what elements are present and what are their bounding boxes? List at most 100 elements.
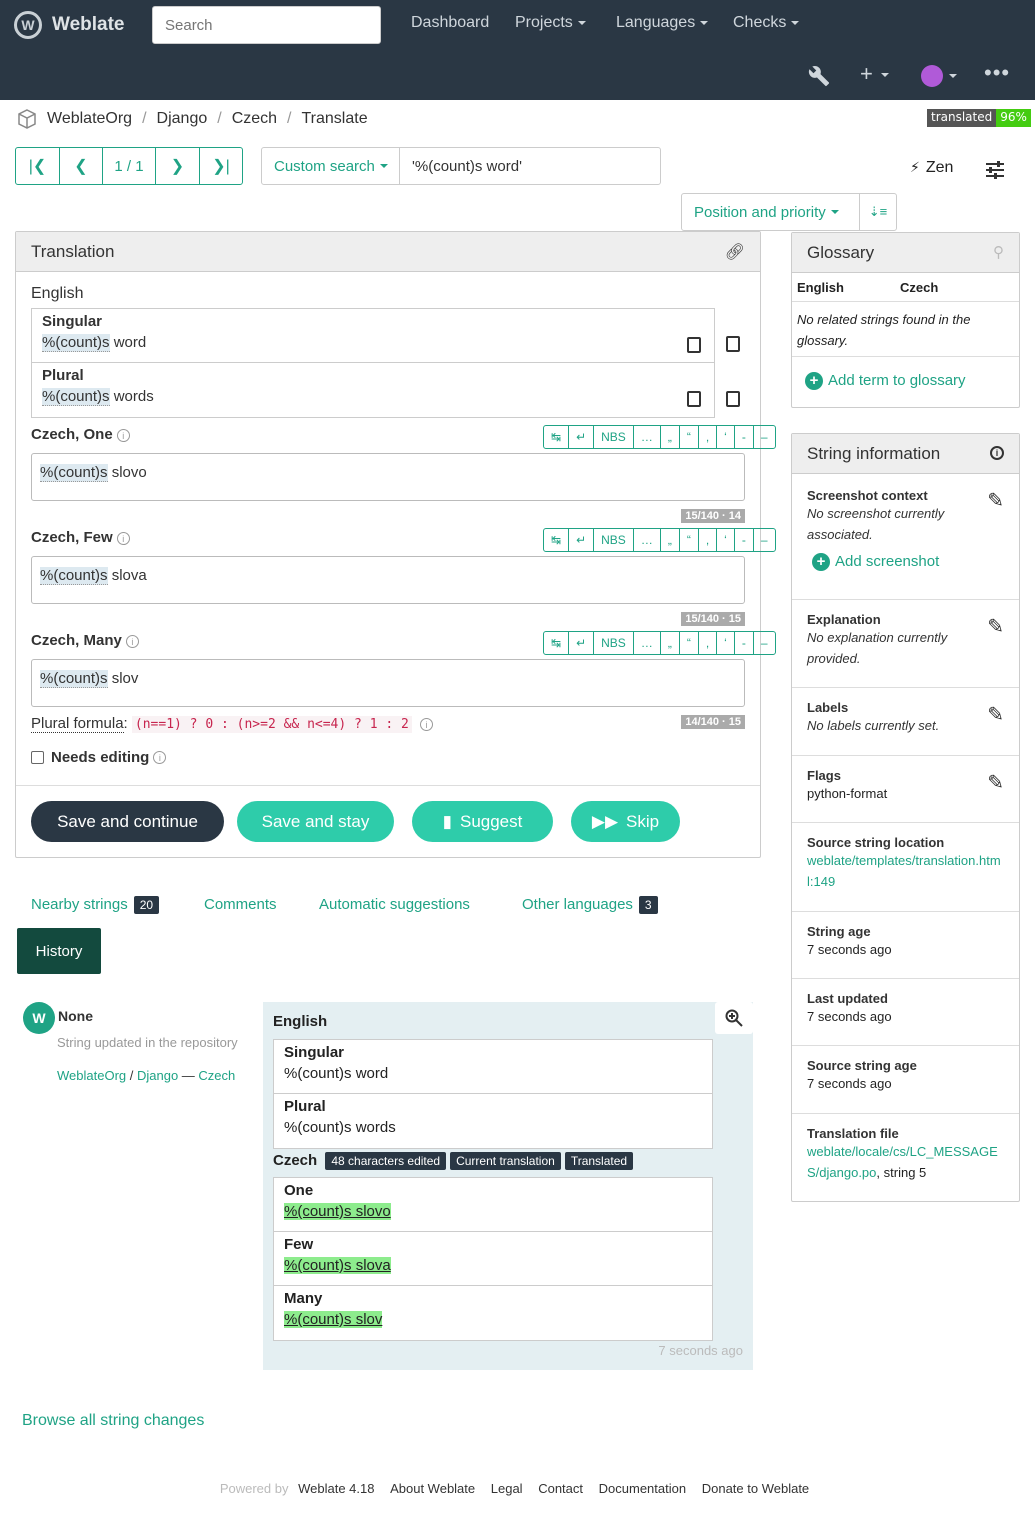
first-button[interactable]: |❮	[16, 148, 60, 184]
search-type-dropdown[interactable]: Custom search	[262, 148, 400, 184]
quote-low-button[interactable]: „	[661, 426, 680, 448]
footer-documentation[interactable]: Documentation	[599, 1481, 686, 1496]
glossary-search-icon[interactable]: ⚲	[993, 243, 1004, 261]
search-query-input[interactable]: '%(count)s word'	[400, 148, 522, 184]
translated-badge[interactable]: translated 96%	[927, 109, 1031, 127]
translation-title: Translation	[31, 241, 115, 261]
hyphen-button[interactable]: -	[735, 529, 754, 551]
settings-sliders-icon[interactable]	[985, 161, 1005, 179]
ellipsis-char-button[interactable]: …	[634, 426, 661, 448]
edit-icon[interactable]: ✎	[987, 488, 1004, 513]
quote-low-button[interactable]: „	[661, 632, 680, 654]
nbsp-char-button[interactable]: NBS	[594, 632, 634, 654]
quote-single-button[interactable]: ‘	[717, 529, 735, 551]
translation-textarea-few[interactable]: %(count)s slova	[31, 556, 745, 604]
clone-to-translation-icon[interactable]	[726, 336, 740, 352]
footer-legal[interactable]: Legal	[491, 1481, 523, 1496]
zoom-icon[interactable]	[715, 1002, 753, 1034]
tab-history[interactable]: History	[17, 928, 101, 974]
translation-panel-header: Translation 🔗︎	[16, 232, 760, 272]
nav-projects[interactable]: Projects	[515, 14, 586, 32]
footer-weblate-version[interactable]: Weblate 4.18	[298, 1481, 374, 1496]
sort-direction-button[interactable]: ⇣≡	[860, 194, 896, 230]
quote-high-button[interactable]: “	[680, 426, 699, 448]
wrench-icon[interactable]	[808, 65, 830, 87]
nav-languages[interactable]: Languages	[616, 14, 709, 32]
nbsp-char-button[interactable]: NBS	[594, 529, 634, 551]
footer-about[interactable]: About Weblate	[390, 1481, 475, 1496]
search-input[interactable]	[152, 6, 381, 44]
screenshot-section: Screenshot context No screenshot current…	[792, 474, 1019, 600]
hyphen-button[interactable]: -	[735, 426, 754, 448]
history-user[interactable]: None	[58, 1008, 93, 1024]
copy-icon[interactable]	[687, 337, 701, 353]
quote-high-button[interactable]: “	[680, 529, 699, 551]
copy-icon[interactable]	[687, 391, 701, 407]
more-icon[interactable]: •••	[984, 60, 1010, 86]
first-icon: |❮	[28, 158, 47, 175]
ellipsis-char-button[interactable]: …	[634, 529, 661, 551]
plus-icon: +	[805, 372, 823, 391]
newline-char-button[interactable]: ↵	[569, 529, 595, 551]
en-dash-button[interactable]: –	[754, 529, 775, 551]
footer-contact[interactable]: Contact	[538, 1481, 583, 1496]
suggest-button[interactable]: ▮ Suggest	[412, 801, 553, 842]
labels-section: Labels No labels currently set. ✎	[792, 688, 1019, 756]
edit-icon[interactable]: ✎	[987, 614, 1004, 639]
tab-char-button[interactable]: ↹	[544, 529, 570, 551]
quote-high-button[interactable]: “	[680, 632, 699, 654]
link-icon[interactable]: 🔗︎	[725, 242, 745, 262]
nav-dashboard[interactable]: Dashboard	[411, 14, 489, 32]
quote-single-button[interactable]: ‘	[717, 426, 735, 448]
needs-editing-checkbox[interactable]	[31, 751, 44, 764]
sort-dropdown[interactable]: Position and priority	[682, 194, 860, 230]
tab-other-languages[interactable]: Other languages 3	[522, 896, 658, 914]
save-continue-button[interactable]: Save and continue	[31, 801, 224, 842]
edit-icon[interactable]: ✎	[987, 702, 1004, 727]
tab-automatic-suggestions[interactable]: Automatic suggestions	[319, 896, 470, 913]
add-icon[interactable]: +	[860, 61, 889, 87]
source-location-link[interactable]: weblate/templates/translation.html:149	[807, 850, 1004, 892]
translation-textarea-many[interactable]: %(count)s slov	[31, 659, 745, 707]
en-dash-button[interactable]: –	[754, 426, 775, 448]
tab-char-button[interactable]: ↹	[544, 426, 570, 448]
add-screenshot-button[interactable]: + Add screenshot	[812, 553, 1004, 572]
previous-button[interactable]: ❮	[60, 148, 103, 184]
comma-button[interactable]: ,	[699, 426, 718, 448]
comma-button[interactable]: ,	[699, 529, 718, 551]
breadcrumb-language[interactable]: Czech	[232, 110, 277, 128]
quote-single-button[interactable]: ‘	[717, 632, 735, 654]
add-term-button[interactable]: + Add term to glossary	[805, 372, 966, 391]
nbsp-char-button[interactable]: NBS	[594, 426, 634, 448]
breadcrumb-project[interactable]: WeblateOrg	[47, 110, 132, 128]
nav-checks[interactable]: Checks	[733, 14, 800, 32]
quote-low-button[interactable]: „	[661, 529, 680, 551]
translation-textarea-one[interactable]: %(count)s slovo	[31, 453, 745, 501]
ellipsis-char-button[interactable]: …	[634, 632, 661, 654]
tab-char-button[interactable]: ↹	[544, 632, 570, 654]
en-dash-button[interactable]: –	[754, 632, 775, 654]
clone-to-translation-icon[interactable]	[726, 391, 740, 407]
plus-icon: +	[812, 553, 830, 572]
browse-changes-link[interactable]: Browse all string changes	[22, 1412, 204, 1430]
newline-char-button[interactable]: ↵	[569, 426, 595, 448]
next-button[interactable]: ❯	[156, 148, 200, 184]
avatar[interactable]	[921, 65, 943, 87]
skip-button[interactable]: ▶▶ Skip	[571, 801, 680, 842]
zen-button[interactable]: ⚡︎ Zen	[910, 159, 953, 177]
comma-button[interactable]: ,	[699, 632, 718, 654]
save-stay-button[interactable]: Save and stay	[237, 801, 394, 842]
chevron-right-icon: ❯	[170, 158, 185, 175]
breadcrumb-component[interactable]: Django	[157, 110, 208, 128]
history-source-lang: English	[273, 1013, 328, 1030]
tab-nearby-strings[interactable]: Nearby strings 20	[31, 896, 160, 914]
edit-icon[interactable]: ✎	[987, 770, 1004, 795]
info-icon[interactable]: i	[990, 446, 1004, 460]
comment-icon: ▮	[442, 811, 452, 831]
newline-char-button[interactable]: ↵	[569, 632, 595, 654]
hyphen-button[interactable]: -	[735, 632, 754, 654]
tab-comments[interactable]: Comments	[204, 896, 277, 913]
last-button[interactable]: ❯|	[200, 148, 242, 184]
footer-donate[interactable]: Donate to Weblate	[702, 1481, 809, 1496]
brand[interactable]: W Weblate	[14, 10, 125, 40]
